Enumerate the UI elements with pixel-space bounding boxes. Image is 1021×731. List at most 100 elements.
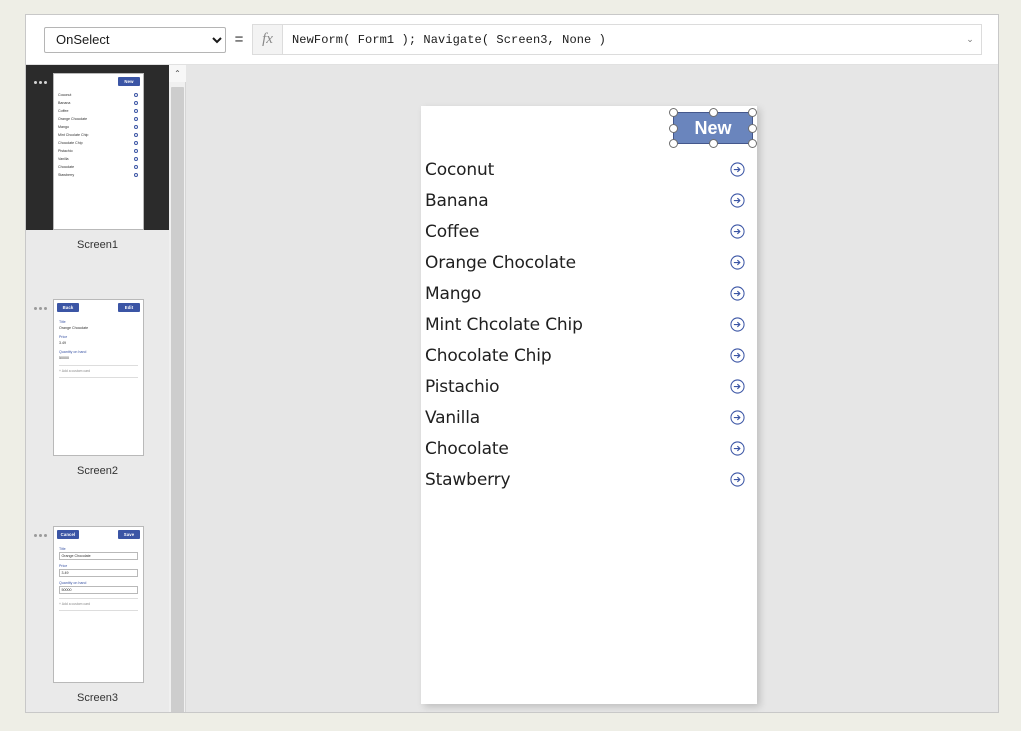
thumbnail-gallery-list: Coconut Banana Coffee Orange Chocolate Mango… bbox=[54, 89, 143, 179]
gallery-item-label: Stawberry bbox=[425, 469, 511, 490]
resize-handle-sw[interactable] bbox=[669, 139, 678, 148]
thumbnail-list-item: Banana bbox=[58, 99, 139, 107]
next-arrow-icon[interactable] bbox=[730, 410, 745, 425]
thumbnail-next-arrow-icon bbox=[134, 101, 138, 105]
gallery-row[interactable]: Orange Chocolate bbox=[421, 247, 757, 278]
thumbnail-next-arrow-icon bbox=[134, 109, 138, 113]
resize-handle-e[interactable] bbox=[748, 123, 757, 133]
gallery-item-label: Coffee bbox=[425, 221, 480, 242]
resize-handle-ne[interactable] bbox=[748, 108, 757, 117]
powerapps-studio-window: OnSelect = fx ⌄ New Coconut Banana Coffee Or… bbox=[25, 14, 999, 713]
thumbnail-list-item-label: Pistachio bbox=[58, 149, 73, 153]
thumbnail-list-item: Pistachio bbox=[58, 147, 139, 155]
thumbnail-next-arrow-icon bbox=[134, 133, 138, 137]
screen-more-options-icon[interactable] bbox=[29, 75, 51, 89]
thumbnail-list-item: Mint Chcolate Chip bbox=[58, 131, 139, 139]
formula-input-wrap: ⌄ bbox=[282, 24, 982, 55]
chevron-down-icon[interactable]: ⌄ bbox=[959, 25, 981, 54]
gallery-item-label: Pistachio bbox=[425, 376, 500, 397]
thumbnail-button-save[interactable]: Save bbox=[118, 530, 140, 539]
thumbnail-list-item-label: Mango bbox=[58, 125, 69, 129]
resize-handle-nw[interactable] bbox=[669, 108, 678, 117]
screen-label-screen3[interactable]: Screen3 bbox=[26, 683, 169, 709]
thumbnail-list-item-label: Mint Chcolate Chip bbox=[58, 133, 89, 137]
next-arrow-icon[interactable] bbox=[730, 162, 745, 177]
screen-more-options-icon[interactable] bbox=[29, 301, 51, 315]
gallery-row[interactable]: Coconut bbox=[421, 154, 757, 185]
gallery-row[interactable]: Mango bbox=[421, 278, 757, 309]
scroll-up-icon[interactable]: ⌃ bbox=[169, 65, 186, 82]
fx-icon: fx bbox=[252, 24, 282, 55]
next-arrow-icon[interactable] bbox=[730, 193, 745, 208]
gallery-item-label: Mint Chcolate Chip bbox=[425, 314, 583, 335]
next-arrow-icon[interactable] bbox=[730, 286, 745, 301]
property-select[interactable]: OnSelect bbox=[44, 26, 226, 53]
screen-more-options-icon[interactable] bbox=[29, 528, 51, 542]
next-arrow-icon[interactable] bbox=[730, 255, 745, 270]
next-arrow-icon[interactable] bbox=[730, 379, 745, 394]
thumbnail-button-cancel[interactable]: Cancel bbox=[57, 530, 79, 539]
thumbnail-field-value[interactable]: Orange Chocolate bbox=[59, 552, 138, 560]
gallery-row[interactable]: Mint Chcolate Chip bbox=[421, 309, 757, 340]
thumbnail-add-custom-card[interactable]: + Add a custom card bbox=[59, 598, 138, 606]
thumbnail-button-back[interactable]: Back bbox=[57, 303, 79, 312]
gallery-row[interactable]: Chocolate Chip bbox=[421, 340, 757, 371]
screen-entry-screen1[interactable]: New Coconut Banana Coffee Orange Chocolate Ma… bbox=[26, 65, 169, 256]
gallery-item-label: Vanilla bbox=[425, 407, 481, 428]
thumbnail-field-value[interactable]: 50000 bbox=[59, 586, 138, 594]
thumbnail-header: Cancel Save bbox=[54, 527, 143, 542]
thumbnail-list-item: Stawberry bbox=[58, 171, 139, 179]
formula-input[interactable] bbox=[283, 25, 959, 54]
thumbnail-form: Title Orange Chocolate Price 3.49 Quantity o… bbox=[54, 315, 143, 378]
thumbnail-next-arrow-icon bbox=[134, 93, 138, 97]
new-button[interactable]: New bbox=[669, 108, 757, 148]
gallery-item-label: Mango bbox=[425, 283, 482, 304]
thumbnail-list-item: Chocolate bbox=[58, 163, 139, 171]
gallery-row[interactable]: Vanilla bbox=[421, 402, 757, 433]
screen-entry-screen3[interactable]: Cancel Save Title Orange Chocolate Price 3.49… bbox=[26, 518, 169, 709]
gallery-item-label: Chocolate bbox=[425, 438, 509, 459]
thumbnail-list-item: Coffee bbox=[58, 107, 139, 115]
resize-handle-n[interactable] bbox=[708, 108, 718, 117]
thumbnail-divider bbox=[59, 377, 138, 378]
thumbnail-list-item-label: Coffee bbox=[58, 109, 69, 113]
equals-label: = bbox=[234, 31, 244, 48]
resize-handle-w[interactable] bbox=[669, 123, 678, 133]
thumbnail-next-arrow-icon bbox=[134, 149, 138, 153]
screen-thumbnail-row: Cancel Save Title Orange Chocolate Price 3.49… bbox=[26, 518, 169, 683]
next-arrow-icon[interactable] bbox=[730, 224, 745, 239]
thumbnail-add-custom-card[interactable]: + Add a custom card bbox=[59, 365, 138, 373]
screen-thumbnail[interactable]: Back Edit Title Orange Chocolate Price 3.49 Qu… bbox=[53, 299, 144, 456]
screen-thumbnail[interactable]: New Coconut Banana Coffee Orange Chocolate Ma… bbox=[53, 73, 144, 230]
thumbnail-button-new[interactable]: New bbox=[118, 77, 140, 86]
resize-handle-se[interactable] bbox=[748, 139, 757, 148]
gallery-row[interactable]: Banana bbox=[421, 185, 757, 216]
screen-thumbnail-row: Back Edit Title Orange Chocolate Price 3.49 Qu… bbox=[26, 291, 169, 456]
thumbnail-form: Title Orange Chocolate Price 3.49 Quantity o… bbox=[54, 542, 143, 611]
screen-entry-screen2[interactable]: Back Edit Title Orange Chocolate Price 3.49 Qu… bbox=[26, 291, 169, 482]
thumbnail-divider bbox=[59, 610, 138, 611]
next-arrow-icon[interactable] bbox=[730, 441, 745, 456]
thumbnail-list-item-label: Stawberry bbox=[58, 173, 75, 177]
thumbnail-field-value: 3.49 bbox=[59, 341, 66, 345]
thumbnail-field-value[interactable]: 3.49 bbox=[59, 569, 138, 577]
screen-label-screen2[interactable]: Screen2 bbox=[26, 456, 169, 482]
screens-panel-scrollbar[interactable]: ⌃ bbox=[169, 65, 186, 712]
next-arrow-icon[interactable] bbox=[730, 317, 745, 332]
next-arrow-icon[interactable] bbox=[730, 348, 745, 363]
gallery-row[interactable]: Coffee bbox=[421, 216, 757, 247]
thumbnail-button-edit[interactable]: Edit bbox=[118, 303, 140, 312]
next-arrow-icon[interactable] bbox=[730, 472, 745, 487]
gallery-row[interactable]: Chocolate bbox=[421, 433, 757, 464]
gallery-row[interactable]: Pistachio bbox=[421, 371, 757, 402]
thumbnail-field-value: Orange Chocolate bbox=[59, 326, 89, 330]
screens-panel: New Coconut Banana Coffee Orange Chocolate Ma… bbox=[26, 65, 169, 712]
resize-handle-s[interactable] bbox=[708, 139, 718, 148]
screen-thumbnail[interactable]: Cancel Save Title Orange Chocolate Price 3.49… bbox=[53, 526, 144, 683]
thumbnail-list-item: Coconut bbox=[58, 91, 139, 99]
screen-label-screen1[interactable]: Screen1 bbox=[26, 230, 169, 256]
gallery-row[interactable]: Stawberry bbox=[421, 464, 757, 495]
new-button-label: New bbox=[694, 117, 732, 138]
scrollbar-thumb[interactable] bbox=[171, 87, 184, 712]
thumbnail-list-item-label: Coconut bbox=[58, 93, 72, 97]
